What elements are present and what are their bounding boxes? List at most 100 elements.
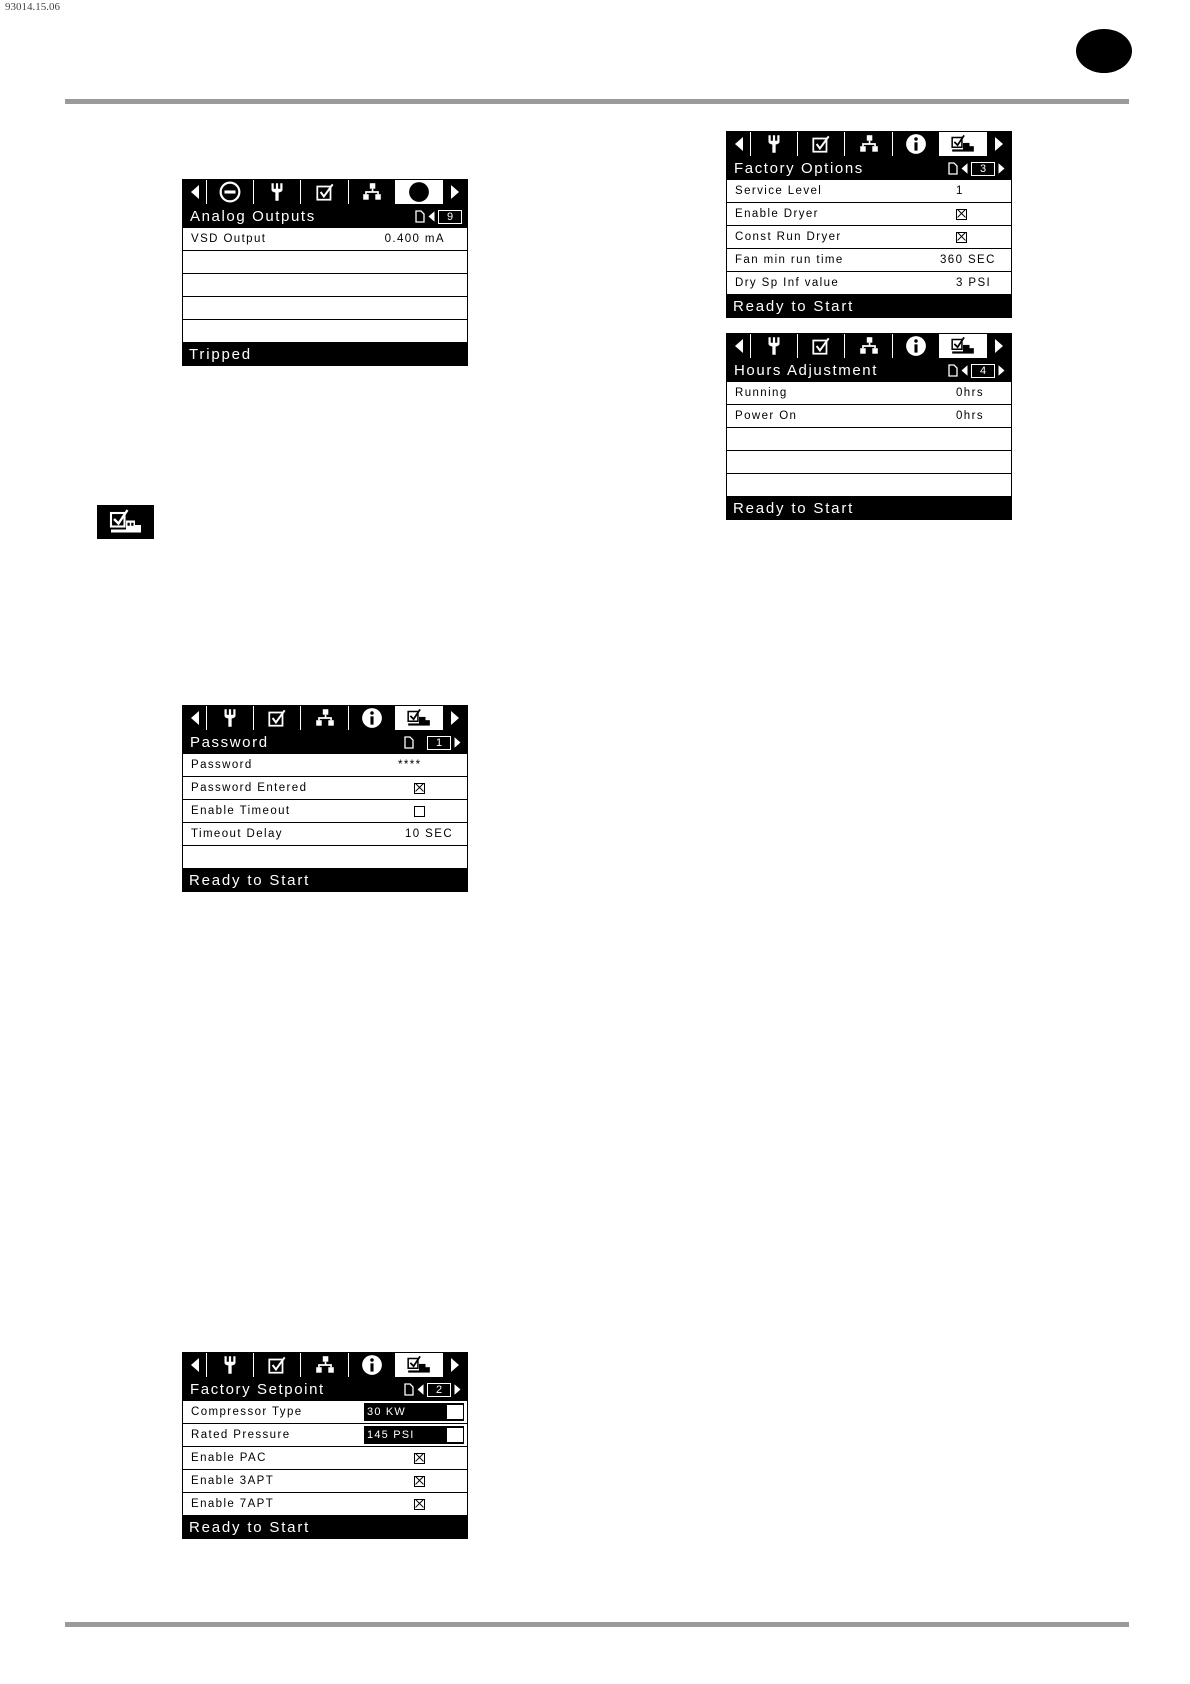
page-prev-icon[interactable] (960, 364, 969, 377)
param-row[interactable]: Enable 3APT (183, 1470, 467, 1493)
nav-tab-network[interactable] (301, 1353, 349, 1377)
nav-tab-service[interactable] (751, 132, 799, 156)
param-row[interactable]: Enable Timeout (183, 800, 467, 823)
screen-title: Factory Options (734, 160, 864, 177)
nav-right-arrow[interactable] (987, 132, 1011, 156)
compressor-type-select[interactable]: 30 KW (364, 1403, 464, 1421)
page-next-icon[interactable] (453, 1383, 462, 1396)
nav-right-arrow[interactable] (443, 1353, 467, 1377)
page-next-icon[interactable] (997, 364, 1006, 377)
param-row[interactable]: Compressor Type 30 KW (183, 1401, 467, 1424)
enable-pac-checkbox[interactable] (414, 1452, 425, 1464)
nav-tab-settings[interactable] (254, 706, 302, 730)
nav-tab-settings[interactable] (254, 1353, 302, 1377)
status-bar: Ready to Start (726, 295, 1012, 318)
factory-settings-icon (950, 133, 976, 155)
param-row[interactable]: Running 0hrs (727, 382, 1011, 405)
nav-left-arrow[interactable] (183, 1353, 207, 1377)
nav-tab-factory[interactable] (395, 706, 444, 730)
enable-timeout-checkbox[interactable] (414, 805, 425, 817)
param-row[interactable]: Timeout Delay 10 SEC (183, 823, 467, 846)
dry-sp-inf-value[interactable]: 3 PSI (956, 277, 991, 289)
nav-tab-settings[interactable] (301, 180, 349, 204)
nav-left-arrow[interactable] (183, 180, 207, 204)
const-run-dryer-checkbox[interactable] (956, 231, 967, 243)
checklist-icon (810, 335, 832, 357)
password-entered-checkbox[interactable] (414, 782, 425, 794)
enable-dryer-checkbox[interactable] (956, 208, 967, 220)
nav-tab-settings[interactable] (798, 132, 846, 156)
page-prev-icon[interactable] (427, 210, 436, 223)
nav-tab-stop[interactable] (207, 180, 255, 204)
nav-tab-settings[interactable] (798, 334, 846, 358)
param-row[interactable]: Const Run Dryer (727, 226, 1011, 249)
param-row[interactable]: Dry Sp Inf value 3 PSI (727, 272, 1011, 295)
nav-tab-factory[interactable] (939, 334, 988, 358)
nav-right-arrow[interactable] (987, 334, 1011, 358)
page-prev-icon[interactable] (960, 162, 969, 175)
nav-tab-info[interactable] (395, 180, 444, 204)
nav-tab-info[interactable] (893, 132, 940, 156)
nav-tab-info[interactable] (349, 706, 396, 730)
nav-left-arrow[interactable] (727, 132, 751, 156)
dropdown-button[interactable] (446, 1427, 464, 1443)
status-bar: Ready to Start (182, 869, 468, 892)
param-label: Const Run Dryer (735, 231, 842, 243)
param-row[interactable]: Enable 7APT (183, 1493, 467, 1516)
nav-tab-network[interactable] (845, 334, 893, 358)
nav-tab-service[interactable] (254, 180, 302, 204)
nav-left-arrow[interactable] (727, 334, 751, 358)
param-row[interactable]: Password Entered (183, 777, 467, 800)
nav-tab-network[interactable] (845, 132, 893, 156)
right-arrow-icon (993, 136, 1005, 152)
page-number[interactable]: 2 (427, 1382, 451, 1397)
page-next-icon[interactable] (997, 162, 1006, 175)
chevron-down-icon (450, 1431, 461, 1440)
param-label: Service Level (735, 185, 823, 197)
param-row[interactable]: Enable Dryer (727, 203, 1011, 226)
nav-tab-network[interactable] (301, 706, 349, 730)
service-level-value[interactable]: 1 (956, 185, 964, 197)
nav-tab-factory[interactable] (939, 132, 988, 156)
param-row[interactable]: Power On 0hrs (727, 405, 1011, 428)
page-number[interactable]: 1 (427, 735, 451, 750)
checklist-icon (810, 133, 832, 155)
nav-tab-factory[interactable] (395, 1353, 444, 1377)
enable-7apt-checkbox[interactable] (414, 1498, 425, 1510)
running-hours-value[interactable]: 0hrs (956, 387, 984, 399)
param-row[interactable]: Service Level 1 (727, 180, 1011, 203)
password-input[interactable]: **** (398, 759, 422, 771)
nav-tab-service[interactable] (207, 706, 255, 730)
nav-right-arrow[interactable] (443, 706, 467, 730)
param-value: 0.400 mA (384, 233, 445, 245)
enable-3apt-checkbox[interactable] (414, 1475, 425, 1487)
param-row[interactable]: Rated Pressure 145 PSI (183, 1424, 467, 1447)
nav-tab-info[interactable] (349, 1353, 396, 1377)
wrench-icon (266, 181, 288, 203)
page-next-icon[interactable] (453, 736, 462, 749)
page-number[interactable]: 4 (971, 363, 995, 378)
param-row[interactable]: Password **** (183, 754, 467, 777)
nav-tab-service[interactable] (751, 334, 799, 358)
rated-pressure-select[interactable]: 145 PSI (364, 1426, 464, 1444)
nav-right-arrow[interactable] (443, 180, 467, 204)
param-row[interactable]: Fan min run time 360 SEC (727, 249, 1011, 272)
nav-tab-service[interactable] (207, 1353, 255, 1377)
nav-tab-info[interactable] (893, 334, 940, 358)
param-row[interactable]: VSD Output 0.400 mA (183, 228, 467, 251)
param-row[interactable]: Enable PAC (183, 1447, 467, 1470)
fan-min-run-time-value[interactable]: 360 SEC (940, 254, 996, 266)
page-prev-icon[interactable] (416, 1383, 425, 1396)
factory-settings-icon-callout (97, 505, 154, 539)
dropdown-button[interactable] (446, 1404, 464, 1420)
factory-setpoint-screen: Factory Setpoint 2 Compressor Type 30 KW… (182, 1352, 468, 1539)
nav-left-arrow[interactable] (183, 706, 207, 730)
nav-tab-network[interactable] (349, 180, 396, 204)
factory-options-screen: Factory Options 3 Service Level 1 Enable… (726, 131, 1012, 318)
param-label: Enable 7APT (191, 1498, 275, 1510)
power-on-hours-value[interactable]: 0hrs (956, 410, 984, 422)
page-number[interactable]: 9 (438, 209, 462, 224)
stop-icon (219, 181, 241, 203)
page-number[interactable]: 3 (971, 161, 995, 176)
timeout-delay-value[interactable]: 10 SEC (405, 828, 453, 840)
